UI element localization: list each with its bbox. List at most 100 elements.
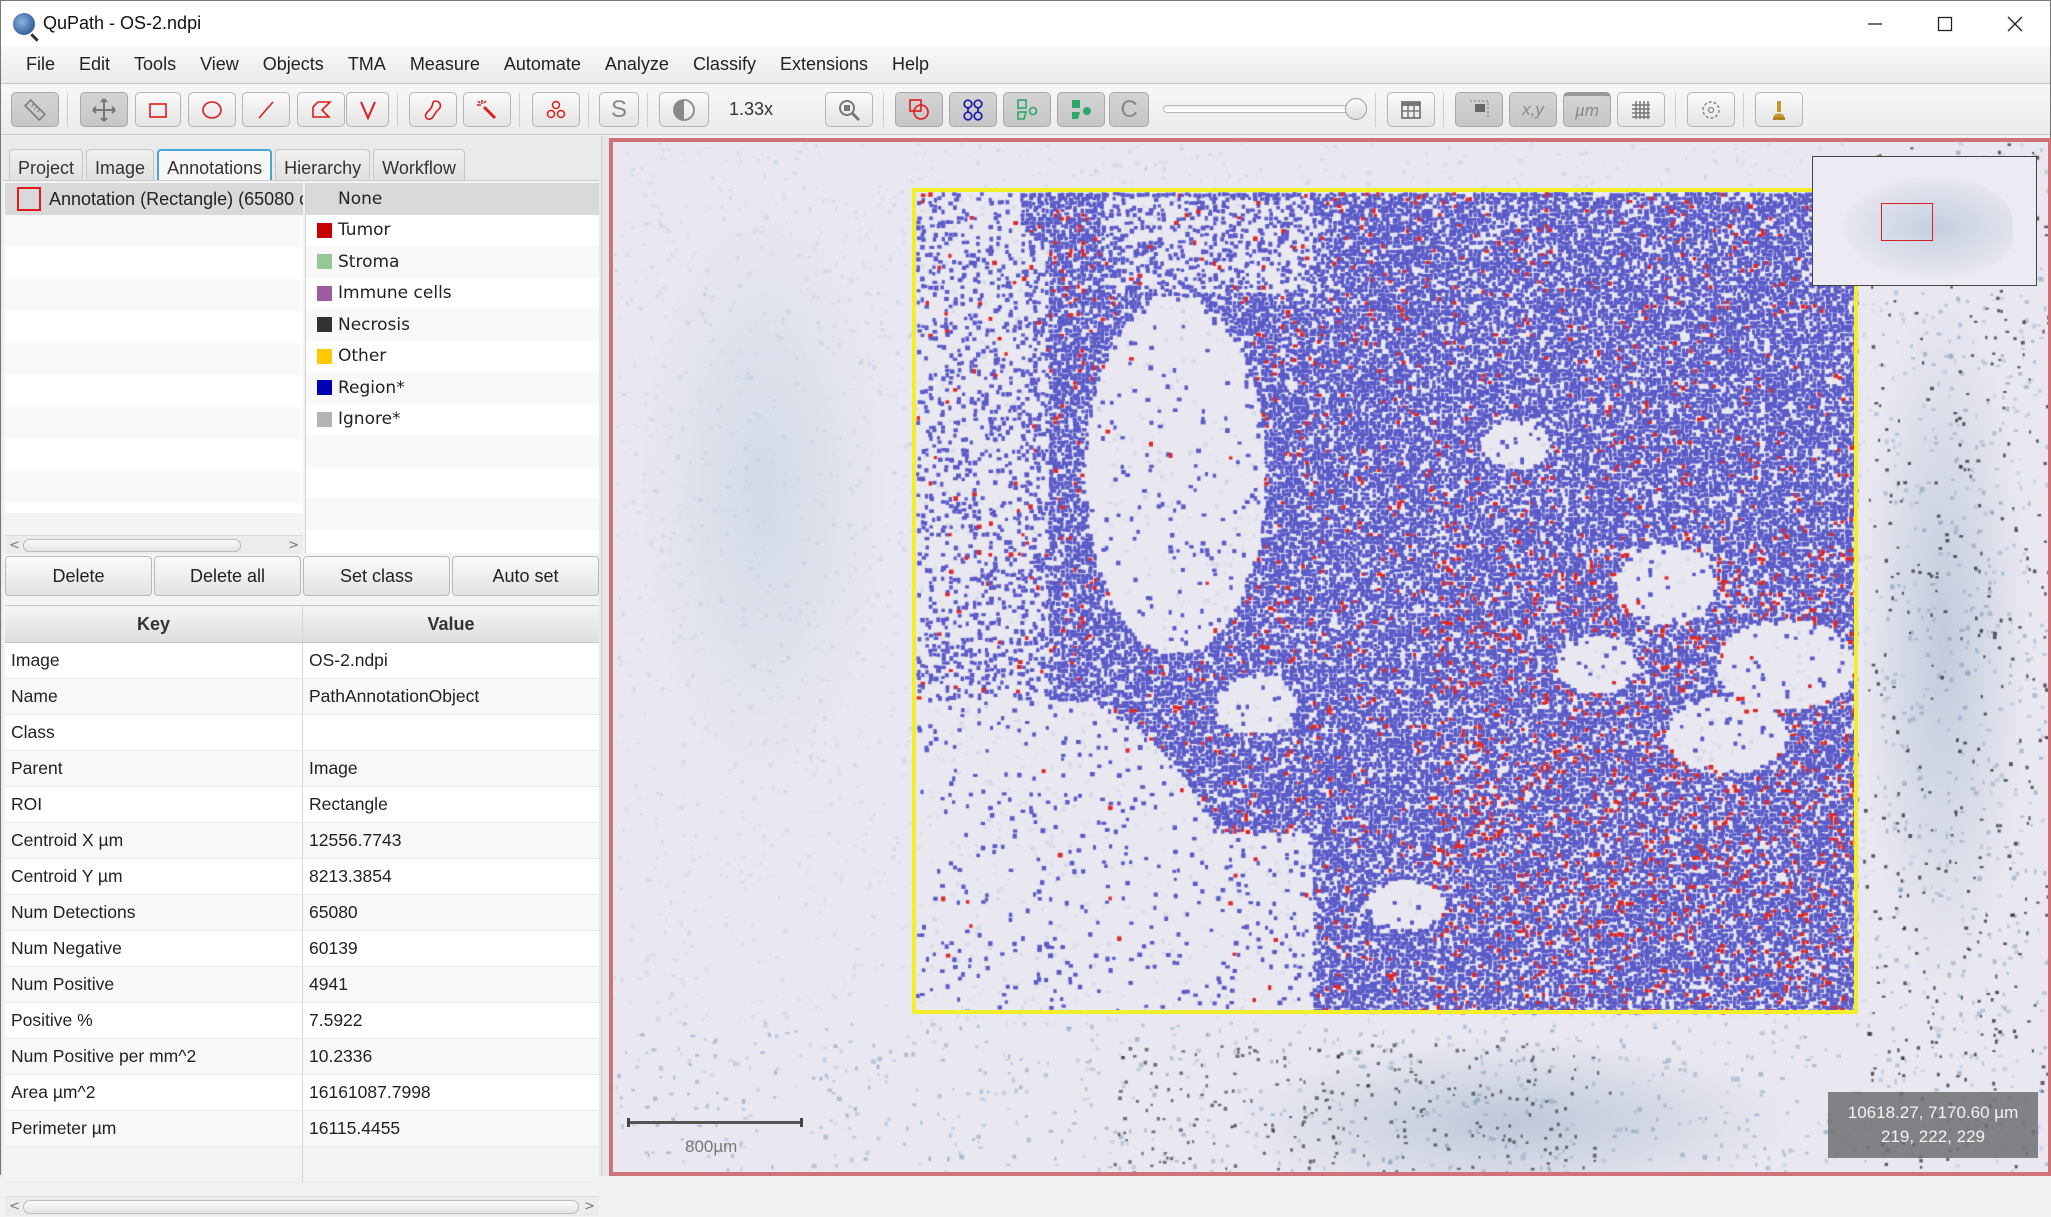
annotation-list-scrollbar[interactable]: < > — [5, 535, 303, 554]
menu-file[interactable]: File — [1, 54, 67, 75]
class-item-none[interactable]: None — [306, 183, 599, 215]
class-item-immune-cells[interactable]: Immune cells — [306, 278, 599, 310]
minimize-button[interactable] — [1840, 1, 1910, 46]
table-row[interactable]: ROI Rectangle — [5, 787, 599, 823]
property-key: Centroid Y µm — [5, 859, 303, 894]
zoom-to-fit-button[interactable] — [825, 92, 873, 127]
annotation-list[interactable]: Annotation (Rectangle) (65080 c — [5, 183, 303, 513]
fill-detections-button[interactable] — [1057, 92, 1105, 127]
show-grid-button[interactable] — [1617, 92, 1665, 127]
table-row[interactable]: Positive % 7.5922 — [5, 1003, 599, 1039]
class-color-swatch — [317, 411, 332, 427]
selection-mode-button[interactable]: S — [599, 92, 639, 127]
class-item-other[interactable]: Other — [306, 341, 599, 373]
rectangle-tool-button[interactable] — [135, 92, 181, 127]
scrollbar-thumb[interactable] — [23, 1200, 579, 1214]
brightness-contrast-button[interactable] — [659, 92, 709, 127]
menu-automate[interactable]: Automate — [492, 54, 593, 75]
overview-thumbnail[interactable] — [1812, 156, 2037, 286]
contrast-icon — [673, 98, 695, 121]
menu-tools[interactable]: Tools — [122, 54, 188, 75]
property-value: OS-2.ndpi — [309, 650, 388, 670]
polygon-tool-button[interactable] — [297, 92, 345, 127]
show-location-button[interactable]: x,y — [1509, 92, 1557, 127]
delete-all-button[interactable]: Delete all — [154, 556, 301, 596]
scroll-right-icon[interactable]: > — [288, 536, 299, 555]
menu-tma[interactable]: TMA — [336, 54, 398, 75]
menu-view[interactable]: View — [188, 54, 251, 75]
panel-splitter[interactable] — [601, 136, 609, 1176]
scroll-left-icon[interactable]: < — [9, 1197, 20, 1217]
close-button[interactable] — [1980, 1, 2050, 46]
class-item-ignore[interactable]: Ignore* — [306, 404, 599, 436]
class-item-stroma[interactable]: Stroma — [306, 246, 599, 278]
table-row[interactable]: Image OS-2.ndpi — [5, 643, 599, 679]
polyline-tool-button[interactable] — [346, 92, 389, 127]
table-row[interactable]: Name PathAnnotationObject — [5, 679, 599, 715]
table-row[interactable]: Perimeter µm 16115.4455 — [5, 1111, 599, 1147]
scalebar-label: 800µm — [685, 1137, 738, 1156]
preferences-button[interactable] — [1687, 92, 1735, 127]
image-viewer[interactable]: 800µm 10618.27, 7170.60 µm 219, 222, 229 — [609, 138, 2051, 1176]
menu-analyze[interactable]: Analyze — [593, 54, 681, 75]
table-row[interactable]: Num Detections 65080 — [5, 895, 599, 931]
class-color-swatch — [317, 254, 332, 270]
scrollbar-thumb[interactable] — [23, 539, 241, 552]
class-item-necrosis[interactable]: Necrosis — [306, 309, 599, 341]
table-row[interactable]: Class — [5, 715, 599, 751]
property-value: 8213.3854 — [309, 866, 392, 886]
table-row[interactable]: Num Positive 4941 — [5, 967, 599, 1003]
detections-filled-icon — [1072, 99, 1091, 119]
annotation-list-item[interactable]: Annotation (Rectangle) (65080 c — [5, 183, 303, 215]
rectangle-annotation[interactable] — [912, 188, 1858, 1014]
measure-button[interactable] — [11, 92, 59, 127]
show-tma-grid-button[interactable] — [949, 92, 997, 127]
opacity-slider-track[interactable] — [1163, 105, 1353, 113]
overview-viewport-box[interactable] — [1881, 203, 1933, 241]
table-row[interactable]: Parent Image — [5, 751, 599, 787]
set-class-button[interactable]: Set class — [303, 556, 450, 596]
line-tool-button[interactable] — [242, 92, 290, 127]
class-item-tumor[interactable]: Tumor — [306, 215, 599, 247]
menu-objects[interactable]: Objects — [251, 54, 336, 75]
auto-set-button[interactable]: Auto set — [452, 556, 599, 596]
class-list[interactable]: None Tumor Stroma Immune cells Necrosis … — [305, 183, 599, 553]
table-row[interactable]: Centroid X µm 12556.7743 — [5, 823, 599, 859]
column-header-key[interactable]: Key — [5, 606, 303, 642]
menu-classify[interactable]: Classify — [681, 54, 768, 75]
column-header-value[interactable]: Value — [303, 606, 599, 642]
image-server-button[interactable] — [1755, 92, 1803, 127]
opacity-slider-thumb[interactable] — [1345, 98, 1367, 120]
show-annotations-button[interactable] — [895, 92, 943, 127]
points-tool-button[interactable] — [532, 92, 580, 127]
show-connections-button[interactable]: C — [1109, 92, 1149, 127]
table-row[interactable]: Area µm^2 16161087.7998 — [5, 1075, 599, 1111]
wand-tool-button[interactable] — [463, 92, 511, 127]
show-overview-button[interactable] — [1455, 92, 1503, 127]
rectangle-icon — [149, 102, 167, 118]
class-item-region[interactable]: Region* — [306, 372, 599, 404]
magic-wand-icon — [477, 99, 497, 119]
brush-tool-button[interactable] — [409, 92, 457, 127]
maximize-button[interactable] — [1910, 1, 1980, 46]
property-value: 10.2336 — [309, 1046, 373, 1066]
move-tool-button[interactable] — [80, 92, 128, 127]
ellipse-tool-button[interactable] — [188, 92, 236, 127]
menu-help[interactable]: Help — [880, 54, 941, 75]
property-value: 60139 — [309, 938, 358, 958]
show-detections-button[interactable] — [1003, 92, 1051, 127]
scroll-right-icon[interactable]: > — [584, 1197, 595, 1217]
scroll-left-icon[interactable]: < — [9, 536, 20, 555]
menu-edit[interactable]: Edit — [67, 54, 122, 75]
measurements-scrollbar[interactable]: < > — [5, 1196, 599, 1216]
table-row[interactable] — [5, 1147, 599, 1183]
delete-button[interactable]: Delete — [5, 556, 152, 596]
show-scalebar-button[interactable]: µm — [1563, 92, 1611, 127]
menu-extensions[interactable]: Extensions — [768, 54, 880, 75]
table-row[interactable]: Num Positive per mm^2 10.2336 — [5, 1039, 599, 1075]
table-row[interactable]: Num Negative 60139 — [5, 931, 599, 967]
menu-measure[interactable]: Measure — [398, 54, 492, 75]
title-bar: QuPath - OS-2.ndpi — [1, 1, 2050, 46]
table-row[interactable]: Centroid Y µm 8213.3854 — [5, 859, 599, 895]
measurement-table-button[interactable] — [1387, 92, 1435, 127]
